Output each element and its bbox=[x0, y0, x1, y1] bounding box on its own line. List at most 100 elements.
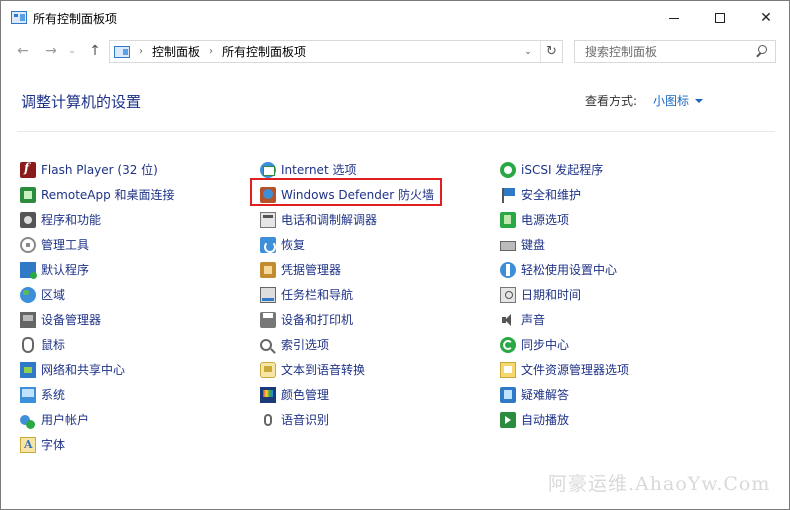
control-panel-icon bbox=[11, 11, 27, 24]
item-devices-printers[interactable]: 设备和打印机 bbox=[260, 307, 434, 332]
security-flag-icon bbox=[500, 187, 516, 203]
item-device-manager[interactable]: 设备管理器 bbox=[20, 307, 175, 332]
internet-options-icon bbox=[260, 161, 276, 178]
item-programs-features[interactable]: 程序和功能 bbox=[20, 207, 175, 232]
item-remoteapp[interactable]: RemoteApp 和桌面连接 bbox=[20, 182, 175, 207]
search-box[interactable] bbox=[574, 40, 776, 63]
item-phone-modem[interactable]: 电话和调制解调器 bbox=[260, 207, 434, 232]
item-label: 区域 bbox=[41, 288, 66, 302]
item-autoplay[interactable]: 自动播放 bbox=[500, 407, 629, 432]
item-text-to-speech[interactable]: 文本到语音转换 bbox=[260, 357, 434, 382]
back-button[interactable]: ← bbox=[13, 41, 33, 61]
item-label: 字体 bbox=[41, 438, 66, 452]
item-label: 设备和打印机 bbox=[281, 313, 354, 327]
item-network-sharing[interactable]: 网络和共享中心 bbox=[20, 357, 175, 382]
item-default-programs[interactable]: 默认程序 bbox=[20, 257, 175, 282]
item-flash-player[interactable]: Flash Player (32 位) bbox=[20, 157, 175, 182]
item-label: 文本到语音转换 bbox=[281, 363, 366, 377]
troubleshoot-icon bbox=[500, 386, 516, 403]
credential-icon bbox=[260, 261, 276, 278]
item-speech-recognition[interactable]: 语音识别 bbox=[260, 407, 434, 432]
admin-tools-icon bbox=[20, 236, 36, 253]
item-label: 疑难解答 bbox=[521, 388, 570, 402]
taskbar-icon bbox=[260, 286, 276, 303]
recent-locations-button[interactable]: ⌄ bbox=[65, 41, 79, 61]
sound-icon bbox=[500, 312, 516, 328]
item-label: 同步中心 bbox=[521, 338, 570, 352]
close-button[interactable]: ✕ bbox=[743, 1, 789, 35]
maximize-button[interactable] bbox=[697, 1, 743, 35]
view-by-label: 查看方式: bbox=[585, 94, 638, 108]
item-color-management[interactable]: 颜色管理 bbox=[260, 382, 434, 407]
item-ease-of-access[interactable]: 轻松使用设置中心 bbox=[500, 257, 629, 282]
item-troubleshooting[interactable]: 疑难解答 bbox=[500, 382, 629, 407]
item-label: 轻松使用设置中心 bbox=[521, 263, 618, 277]
item-credential-manager[interactable]: 凭据管理器 bbox=[260, 257, 434, 282]
keyboard-icon bbox=[500, 241, 516, 251]
caret-down-icon bbox=[695, 98, 704, 103]
page-title: 调整计算机的设置 bbox=[21, 93, 142, 111]
item-label: 键盘 bbox=[521, 238, 546, 252]
color-icon bbox=[260, 386, 276, 403]
item-security-maintenance[interactable]: 安全和维护 bbox=[500, 182, 629, 207]
navigation-bar: ← → ⌄ ↑ › 控制面板 › 所有控制面板项 ⌄ ↻ bbox=[1, 37, 789, 67]
maximize-icon bbox=[715, 13, 725, 23]
item-sound[interactable]: 声音 bbox=[500, 307, 629, 332]
control-panel-window: 所有控制面板项 ✕ ← → ⌄ ↑ › 控制面板 › 所有控制面板项 ⌄ ↻ 调… bbox=[0, 0, 790, 510]
items-column-3: iSCSI 发起程序 安全和维护 电源选项 键盘 轻松使用设置中心 日期和时间 … bbox=[500, 157, 629, 432]
item-keyboard[interactable]: 键盘 bbox=[500, 232, 629, 257]
flash-icon bbox=[20, 161, 36, 178]
item-taskbar-navigation[interactable]: 任务栏和导航 bbox=[260, 282, 434, 307]
speech-icon bbox=[264, 413, 272, 426]
item-label: 设备管理器 bbox=[41, 313, 102, 327]
address-bar[interactable]: › 控制面板 › 所有控制面板项 ⌄ ↻ bbox=[109, 40, 563, 63]
item-recovery[interactable]: 恢复 bbox=[260, 232, 434, 257]
power-icon bbox=[500, 211, 516, 228]
item-label: 声音 bbox=[521, 313, 546, 327]
printers-icon bbox=[260, 311, 276, 328]
item-label: Flash Player (32 位) bbox=[41, 163, 158, 177]
item-label: 管理工具 bbox=[41, 238, 90, 252]
refresh-button[interactable]: ↻ bbox=[540, 41, 562, 62]
item-user-accounts[interactable]: 用户帐户 bbox=[20, 407, 175, 432]
search-icon[interactable] bbox=[755, 45, 769, 59]
item-admin-tools[interactable]: 管理工具 bbox=[20, 232, 175, 257]
header-divider bbox=[17, 131, 775, 132]
item-indexing-options[interactable]: 索引选项 bbox=[260, 332, 434, 357]
highlight-annotation-box bbox=[250, 178, 442, 206]
refresh-icon: ↻ bbox=[546, 44, 557, 59]
window-title: 所有控制面板项 bbox=[33, 12, 118, 26]
arrow-up-icon: ↑ bbox=[89, 43, 101, 59]
view-by-dropdown[interactable]: 小图标 bbox=[653, 92, 704, 109]
item-label: 日期和时间 bbox=[521, 288, 582, 302]
breadcrumb-all-items[interactable]: 所有控制面板项 bbox=[222, 43, 306, 60]
search-input[interactable] bbox=[583, 43, 753, 60]
item-region[interactable]: 区域 bbox=[20, 282, 175, 307]
phone-modem-icon bbox=[260, 211, 276, 228]
fonts-icon bbox=[20, 436, 36, 453]
users-icon bbox=[20, 414, 35, 429]
breadcrumb-control-panel[interactable]: 控制面板 bbox=[152, 43, 200, 60]
network-icon bbox=[20, 361, 36, 378]
recovery-icon bbox=[260, 236, 276, 253]
autoplay-icon bbox=[500, 411, 516, 428]
forward-button[interactable]: → bbox=[41, 41, 61, 61]
tts-icon bbox=[260, 361, 276, 378]
item-label: 凭据管理器 bbox=[281, 263, 342, 277]
item-mouse[interactable]: 鼠标 bbox=[20, 332, 175, 357]
item-date-time[interactable]: 日期和时间 bbox=[500, 282, 629, 307]
item-fonts[interactable]: 字体 bbox=[20, 432, 175, 457]
sync-icon bbox=[500, 336, 516, 353]
item-iscsi[interactable]: iSCSI 发起程序 bbox=[500, 157, 629, 182]
minimize-button[interactable] bbox=[651, 1, 697, 35]
address-dropdown-button[interactable]: ⌄ bbox=[520, 41, 536, 62]
item-sync-center[interactable]: 同步中心 bbox=[500, 332, 629, 357]
item-label: 索引选项 bbox=[281, 338, 330, 352]
item-system[interactable]: 系统 bbox=[20, 382, 175, 407]
up-button[interactable]: ↑ bbox=[85, 41, 105, 61]
item-power-options[interactable]: 电源选项 bbox=[500, 207, 629, 232]
indexing-icon bbox=[260, 338, 272, 351]
item-explorer-options[interactable]: 文件资源管理器选项 bbox=[500, 357, 629, 382]
items-column-1: Flash Player (32 位) RemoteApp 和桌面连接 程序和功… bbox=[20, 157, 175, 457]
control-panel-icon bbox=[114, 45, 130, 58]
